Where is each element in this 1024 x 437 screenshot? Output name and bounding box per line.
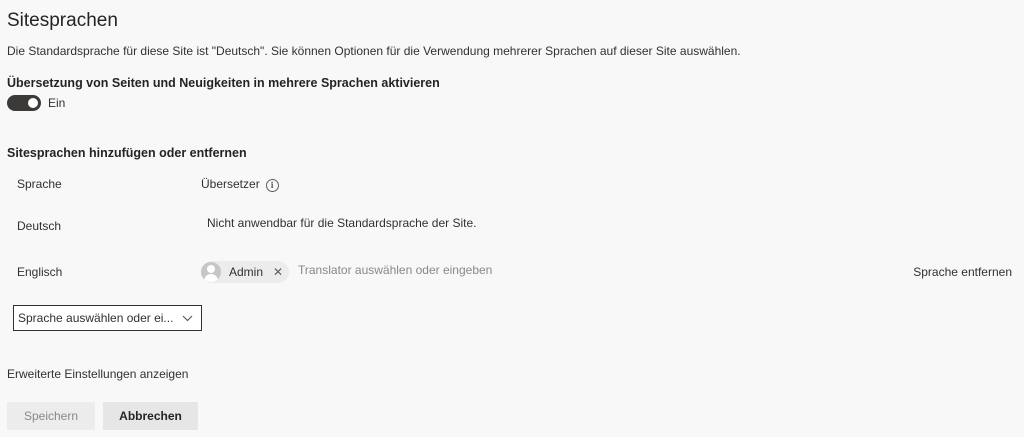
toggle-knob: [28, 98, 38, 108]
save-button[interactable]: Speichern: [7, 402, 95, 430]
cancel-button[interactable]: Abbrechen: [103, 402, 198, 430]
add-language-dropdown-text: Sprache auswählen oder ei...: [18, 311, 174, 325]
translation-toggle-row: Ein: [7, 95, 65, 111]
remove-language-button[interactable]: Sprache entfernen: [913, 265, 1012, 279]
row-deutsch-language: Deutsch: [17, 219, 62, 233]
site-languages-page: Sitesprachen Die Standardsprache für die…: [0, 0, 1024, 437]
page-title: Sitesprachen: [7, 10, 118, 31]
translator-persona-chip: Admin ✕: [201, 261, 290, 283]
avatar-body: [204, 274, 218, 282]
column-header-translator-label: Übersetzer: [201, 177, 260, 191]
column-header-language: Sprache: [17, 177, 62, 191]
row-englisch-language: Englisch: [17, 265, 63, 279]
avatar-head: [207, 265, 215, 273]
column-header-translator: Übersetzer i: [201, 177, 279, 192]
chevron-down-icon: [173, 309, 201, 327]
translation-toggle-heading: Übersetzung von Seiten und Neuigkeiten i…: [7, 76, 440, 90]
translator-name: Admin: [229, 265, 264, 279]
add-language-dropdown[interactable]: Sprache auswählen oder ei...: [13, 305, 202, 331]
row-deutsch-translator-note: Nicht anwendbar für die Standardsprache …: [207, 216, 477, 230]
close-icon[interactable]: ✕: [273, 265, 283, 279]
languages-section-heading: Sitesprachen hinzufügen oder entfernen: [7, 146, 247, 160]
translation-toggle[interactable]: [7, 95, 41, 111]
person-icon: [201, 262, 221, 282]
translator-input[interactable]: [298, 263, 558, 277]
page-description: Die Standardsprache für diese Site ist "…: [7, 44, 741, 58]
toggle-state-label: Ein: [48, 96, 66, 110]
info-icon[interactable]: i: [265, 179, 279, 192]
advanced-settings-link[interactable]: Erweiterte Einstellungen anzeigen: [7, 367, 188, 381]
